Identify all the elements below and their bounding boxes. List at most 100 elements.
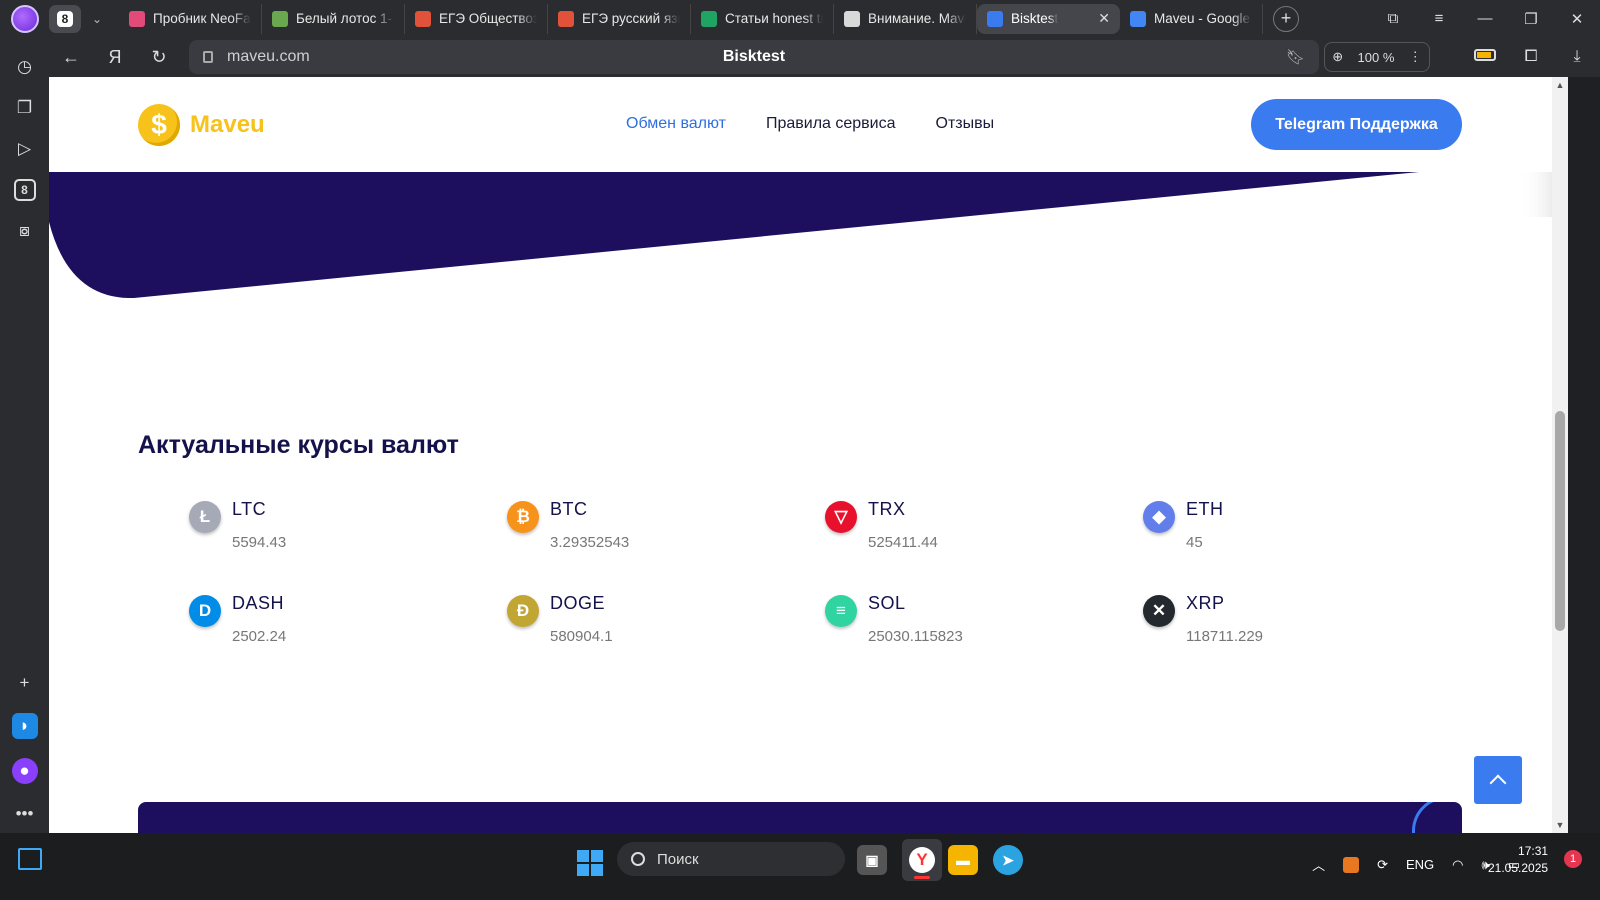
scroll-up-arrow[interactable]: ▲ (1552, 80, 1568, 90)
tab-title: Внимание. Maveu (868, 11, 966, 26)
rate-code: BTC (550, 499, 588, 519)
rate-item-eth: ◆ ETH 45 (1143, 499, 1423, 559)
new-tab-button[interactable]: + (1273, 5, 1299, 32)
rate-value: 2502.24 (232, 628, 287, 645)
url-text: maveu.com (227, 48, 310, 65)
coin-favicon-icon (987, 10, 1003, 27)
back-button[interactable]: ← (49, 47, 93, 68)
rate-value: 525411.44 (868, 534, 938, 551)
language-indicator[interactable]: ENG (1406, 857, 1434, 872)
browser-tab[interactable]: ЕГЭ русский язык (548, 3, 691, 34)
nav-link[interactable]: Отзывы (936, 115, 995, 133)
tab-count: 8 (57, 10, 73, 27)
more-icon[interactable]: ⋮ (1409, 49, 1422, 65)
page-scrollbar[interactable]: ▲ ▼ (1552, 77, 1568, 833)
browser-tab[interactable]: Bisktest ✕ (977, 3, 1120, 34)
dollar-coin-icon: $ (138, 104, 180, 146)
telegram-support-button[interactable]: Telegram Поддержка (1251, 99, 1462, 150)
profile-avatar[interactable] (11, 4, 39, 33)
main-nav: Обмен валют Правила сервиса Отзывы (626, 115, 994, 133)
rate-item-btc: ₿ BTC 3.29352543 (507, 499, 787, 559)
nav-link[interactable]: Обмен валют (626, 115, 726, 133)
menu-icon[interactable]: ≡ (1416, 10, 1462, 27)
telegram-icon[interactable]: ➤ (993, 845, 1023, 875)
tab-title: Статьи honest trading (725, 11, 823, 26)
tabs-panel-icon[interactable]: 8 (13, 179, 36, 201)
restore-button[interactable]: ❐ (1508, 10, 1554, 28)
more-icon[interactable]: ••• (14, 803, 36, 825)
close-window-button[interactable]: ✕ (1554, 10, 1600, 28)
hero-navy-wedge (49, 172, 1419, 299)
minimize-button[interactable]: — (1462, 10, 1508, 27)
browser-tab[interactable]: Белый лотос 1-3 сезон (262, 3, 405, 34)
collections-icon[interactable]: ⧉ (1370, 10, 1416, 27)
shield-favicon-icon (415, 10, 431, 27)
taskbar-search[interactable]: Поиск (617, 842, 845, 876)
nav-link[interactable]: Правила сервиса (766, 115, 896, 133)
rate-value: 3.29352543 (550, 534, 630, 551)
address-bar[interactable]: maveu.com Bisktest 🔖︎ (189, 40, 1319, 74)
rate-item-dash: D DASH 2502.24 (189, 593, 469, 653)
sync-icon[interactable]: ⟳ (1377, 857, 1388, 873)
browser-tab[interactable]: Статьи honest trading (691, 3, 834, 34)
scroll-down-arrow[interactable]: ▼ (1552, 820, 1568, 830)
rate-code: XRP (1186, 593, 1225, 613)
tray-overflow-icon[interactable]: ︿ (1312, 855, 1325, 874)
extensions-icon[interactable]: ⧠ (1508, 48, 1554, 66)
notification-badge[interactable]: 1 (1564, 850, 1582, 868)
zoom-icon: ⊕ (1332, 49, 1344, 64)
lock-icon[interactable] (203, 51, 213, 63)
battery-saver-icon[interactable] (1462, 48, 1508, 66)
rate-value: 25030.115823 (868, 628, 963, 645)
zoom-control[interactable]: ⊕ 100 % ⋮ (1324, 42, 1430, 72)
litecoin-icon: Ł (189, 501, 221, 533)
rate-value: 580904.1 (550, 628, 613, 645)
close-tab-icon[interactable]: ✕ (1098, 10, 1110, 27)
file-explorer-icon[interactable]: ▬ (948, 845, 978, 875)
browser-tab[interactable]: Пробник NeoFamily (119, 3, 262, 34)
task-view-icon[interactable]: ▣ (857, 845, 887, 875)
zoom-level: 100 % (1357, 49, 1395, 65)
rate-item-sol: ≡ SOL 25030.115823 (825, 593, 1105, 653)
history-icon[interactable]: ◷ (14, 56, 36, 78)
footer-banner (138, 802, 1462, 833)
app-tray-icon[interactable] (1343, 856, 1360, 873)
clock[interactable]: 17:31 21.05.2025 (1488, 843, 1548, 877)
browser-tab[interactable]: Внимание. Maveu (834, 3, 977, 34)
collections-icon[interactable]: ❐ (14, 97, 36, 119)
windows-taskbar: Поиск ▣ Y ▬ ➤ ︿ ⟳ ENG ◠ 🕪︎ ▭ 17:31 21.05… (0, 833, 1600, 900)
alice-icon[interactable]: ● (11, 758, 38, 784)
reload-button[interactable]: ↻ (137, 47, 181, 68)
video-icon[interactable]: ▷ (14, 138, 36, 160)
scroll-to-top-button[interactable] (1474, 756, 1522, 804)
scrollbar-thumb[interactable] (1555, 411, 1565, 631)
rate-value: 5594.43 (232, 534, 287, 551)
search-icon (631, 852, 645, 866)
tab-title: ЕГЭ русский язык (582, 11, 680, 26)
rate-item-xrp: ✕ XRP 118711.229 (1143, 593, 1423, 653)
tabs-overview-button[interactable]: 8 (49, 4, 81, 33)
page-viewport: $ Maveu Обмен валют Правила сервиса Отзывы… (49, 77, 1552, 833)
widgets-icon[interactable] (18, 848, 42, 870)
downloads-icon[interactable]: ⤓ (1554, 48, 1600, 66)
bookmark-icon[interactable]: 🔖︎ (1286, 48, 1305, 66)
yandex-home-button[interactable]: Я (93, 47, 137, 68)
browser-tab[interactable]: ЕГЭ Обществознание (405, 3, 548, 34)
dash-icon: D (189, 595, 221, 627)
start-button[interactable] (577, 850, 603, 876)
yandex-disk-icon[interactable]: ◗ (11, 713, 38, 739)
chart-favicon-icon (844, 10, 860, 27)
chevron-down-icon[interactable]: ⌄ (83, 5, 111, 33)
site-logo[interactable]: $ Maveu (138, 104, 265, 146)
hero-banner-shape (49, 172, 1552, 299)
browser-tab[interactable]: Maveu - Google Docs (1120, 3, 1263, 34)
yandex-browser-taskbar-icon[interactable]: Y (902, 839, 942, 881)
rate-code: DOGE (550, 593, 606, 613)
logo-text: Maveu (190, 111, 265, 138)
wifi-icon[interactable]: ◠ (1452, 857, 1463, 873)
add-panel-icon[interactable]: + (14, 672, 36, 694)
tab-title: Белый лотос 1-3 сезон (296, 11, 394, 26)
screenshot-icon[interactable]: ⧇ (14, 220, 36, 242)
browser-sidebar: ◷ ❐ ▷ 8 ⧇ + ◗ ● ••• (0, 37, 49, 833)
browser-right-tools: ⧠ ⤓ (1462, 37, 1600, 77)
